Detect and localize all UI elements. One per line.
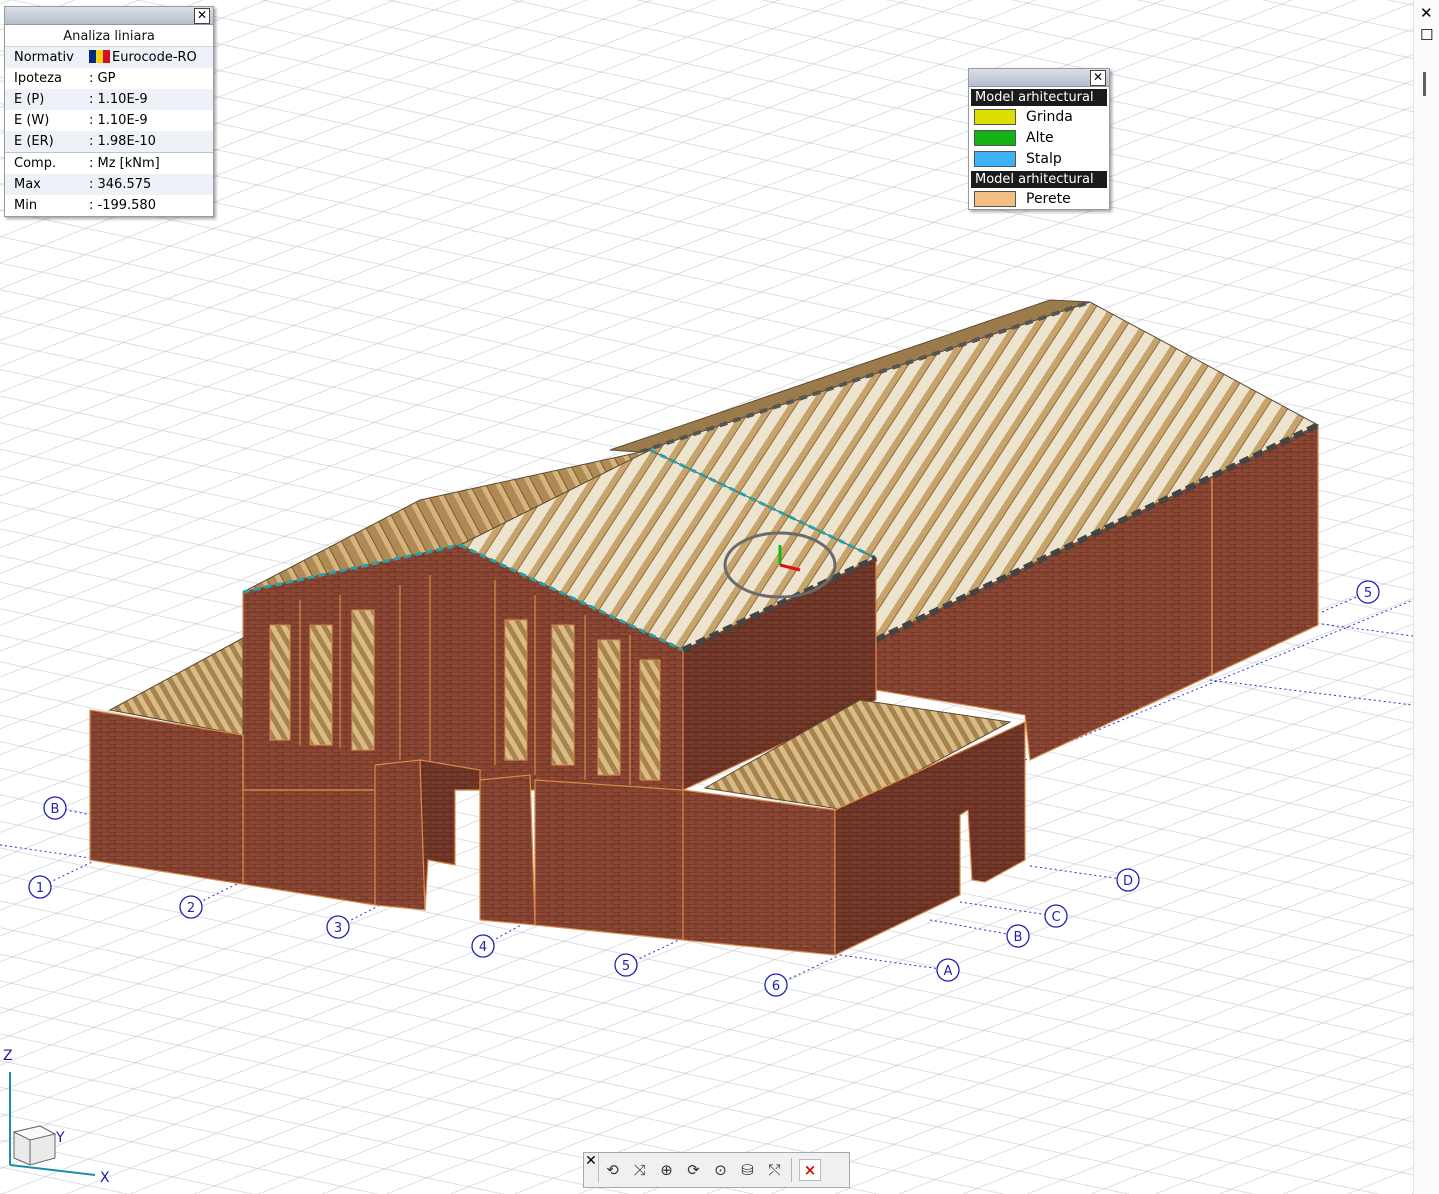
svg-text:3: 3 — [334, 921, 342, 936]
svg-text:B: B — [51, 802, 60, 817]
legend-panel-titlebar[interactable]: ✕ — [969, 69, 1109, 87]
toolbar-separator — [791, 1158, 792, 1182]
grid-axis-number-bubble: 2 — [179, 895, 203, 919]
window-restore-icon[interactable]: ☐ — [1420, 26, 1433, 44]
grid-axis-number-bubble: 3 — [326, 915, 350, 939]
analysis-row-value: : -199.580 — [89, 198, 156, 213]
svg-text:D: D — [1123, 874, 1133, 889]
front-lower-wall — [534, 779, 684, 941]
analysis-row-key: E (P) — [5, 89, 80, 110]
view-layers-icon[interactable]: ⛁ — [734, 1157, 761, 1184]
legend-group-header: Model arhitectural — [971, 89, 1107, 106]
grid-axis-number-bubble: 1 — [28, 875, 52, 899]
entrance-pier-left — [374, 759, 426, 911]
axis-y-label: Y — [55, 1130, 65, 1146]
analysis-table: Normativ Eurocode-RO Ipoteza: GP E (P): 1.1… — [5, 47, 213, 216]
rotate-x-icon[interactable]: ⤨ — [626, 1157, 653, 1184]
analysis-row-key: E (ER) — [5, 131, 80, 153]
analysis-row: E (W) : 1.10E-9 — [5, 110, 213, 131]
svg-text:B: B — [1014, 930, 1023, 945]
grid-axis-number-bubble: 6 — [764, 973, 788, 997]
rotate-orbit-icon[interactable]: ⟲ — [599, 1157, 626, 1184]
analysis-row: E (P): 1.10E-9 — [5, 89, 213, 110]
svg-text:5: 5 — [1364, 586, 1372, 601]
analysis-row-value: : 1.10E-9 — [80, 89, 213, 110]
svg-text:2: 2 — [187, 901, 195, 916]
grid-axis-number-bubble: 5 — [1356, 580, 1380, 604]
legend-swatch — [974, 129, 1016, 146]
svg-text:C: C — [1051, 910, 1060, 925]
analysis-row-key: Comp. — [5, 152, 80, 174]
reset-axes-icon[interactable]: ⤲ — [761, 1157, 788, 1184]
legend-item-label: Perete — [1026, 190, 1071, 207]
legend-group-header: Model arhitectural — [971, 171, 1107, 188]
analysis-row-value: : Mz [kNm] — [80, 152, 213, 174]
axis-x-label: X — [100, 1170, 110, 1186]
window-side-bar: ✕ ☐ — [1413, 0, 1439, 1194]
legend-item-label: Grinda — [1026, 108, 1073, 125]
cancel-icon[interactable]: × — [799, 1159, 821, 1181]
legend-item-label: Alte — [1026, 129, 1054, 146]
analysis-row: Max: 346.575 — [5, 174, 213, 195]
legend-panel[interactable]: ✕ Model arhitectural Grinda Alte Stalp Model… — [968, 68, 1110, 210]
analysis-row: Min : -199.580 — [5, 195, 213, 216]
axis-z-label: Z — [3, 1048, 13, 1064]
legend-item[interactable]: Stalp — [969, 148, 1109, 169]
rotate-point-icon[interactable]: ⊙ — [707, 1157, 734, 1184]
legend-item[interactable]: Perete — [969, 188, 1109, 209]
analysis-panel-heading: Analiza liniara — [5, 25, 213, 47]
scrollbar-thumb[interactable] — [1423, 72, 1426, 96]
analysis-row: E (ER): 1.98E-10 — [5, 131, 213, 153]
svg-text:6: 6 — [772, 979, 780, 994]
close-icon[interactable]: ✕ — [1090, 70, 1106, 86]
analysis-row-value: : 1.10E-9 — [89, 113, 148, 128]
analysis-row: Comp.: Mz [kNm] — [5, 152, 213, 174]
axis-triad: Z Y X — [3, 1048, 110, 1186]
toolbar-close-icon[interactable]: ✕ — [584, 1153, 599, 1183]
grid-axis-letter-bubble: A — [936, 958, 960, 982]
grid-axis-letter-bubble: D — [1116, 868, 1140, 892]
grid-axis-letter-bubble: B — [43, 796, 67, 820]
analysis-row-key: Normativ — [5, 47, 80, 68]
analysis-row-value: : 1.98E-10 — [80, 131, 213, 153]
analysis-row-key: Max — [5, 174, 80, 195]
legend-item-label: Stalp — [1026, 150, 1062, 167]
grid-axis-letter-bubble: B — [1006, 924, 1030, 948]
close-icon[interactable]: ✕ — [194, 8, 210, 24]
window-close-icon[interactable]: ✕ — [1420, 4, 1433, 22]
legend-swatch — [974, 108, 1016, 125]
right-wing-front-wall — [682, 789, 836, 956]
legend-swatch — [974, 190, 1016, 207]
view-rotation-toolbar: ✕ ⟲ ⤨ ⊕ ⟳ ⊙ ⛁ ⤲ × — [583, 1152, 850, 1188]
grid-axis-number-bubble: 5 — [614, 953, 638, 977]
analysis-row-value: Eurocode-RO — [80, 47, 213, 68]
svg-text:5: 5 — [622, 959, 630, 974]
analysis-row: Ipoteza : GP — [5, 68, 213, 89]
legend-item[interactable]: Alte — [969, 127, 1109, 148]
analysis-row-value: : GP — [89, 71, 116, 86]
analysis-row-key: Min — [14, 198, 38, 213]
svg-text:A: A — [944, 964, 953, 979]
romania-flag-icon — [89, 50, 110, 63]
legend-item[interactable]: Grinda — [969, 106, 1109, 127]
rotate-y-icon[interactable]: ⊕ — [653, 1157, 680, 1184]
svg-text:1: 1 — [36, 881, 44, 896]
rotate-z-icon[interactable]: ⟳ — [680, 1157, 707, 1184]
analysis-row: Normativ Eurocode-RO — [5, 47, 213, 68]
analysis-row-key: Ipoteza — [14, 71, 62, 86]
grid-axis-letter-bubble: C — [1044, 904, 1068, 928]
grid-axis-number-bubble: 4 — [471, 934, 495, 958]
analysis-row-key: E (W) — [14, 113, 50, 128]
analysis-info-panel[interactable]: ✕ Analiza liniara Normativ Eurocode-RO Ipo… — [4, 6, 214, 217]
legend-swatch — [974, 150, 1016, 167]
svg-text:4: 4 — [479, 940, 487, 955]
analysis-row-value: : 346.575 — [80, 174, 213, 195]
analysis-panel-titlebar[interactable]: ✕ — [5, 7, 213, 25]
entrance-pier-right — [479, 774, 536, 926]
